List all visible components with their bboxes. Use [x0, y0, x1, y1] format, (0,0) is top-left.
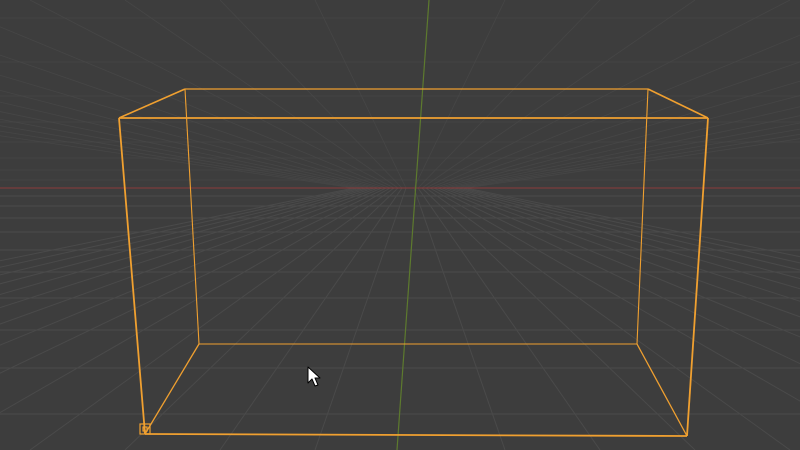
viewport-background — [0, 0, 800, 450]
viewport-canvas[interactable] — [0, 0, 800, 450]
3d-viewport[interactable] — [0, 0, 800, 450]
